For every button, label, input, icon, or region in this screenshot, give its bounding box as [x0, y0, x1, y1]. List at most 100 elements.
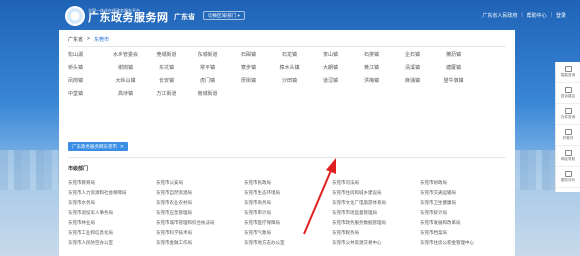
department-link[interactable]: 东莞市审计局 [244, 209, 332, 219]
sidebar-item-label: 服务评价 [560, 178, 576, 182]
town-link[interactable]: 石排镇 [355, 50, 388, 63]
town-link[interactable]: 虎门镇 [191, 76, 224, 89]
town-link[interactable]: 寮步镇 [232, 63, 265, 76]
town-link[interactable]: 樟木头镇 [273, 63, 306, 76]
town-link[interactable]: 石龙镇 [273, 50, 306, 63]
department-link[interactable]: 东莞市政务服务数据管理局 [332, 219, 420, 229]
department-link[interactable]: 东莞市税务局 [332, 229, 420, 239]
department-link[interactable]: 东莞市司法局 [332, 179, 420, 189]
town-row: 松山湖 水乡管委会 莞城街道 东城街道 石碣镇 石龙镇 茶山镇 石排镇 企石镇 横沥镇 [68, 50, 508, 63]
switch-region-button[interactable]: 切换区域/部门 ▾ [203, 11, 245, 20]
town-link[interactable]: 石碣镇 [232, 50, 265, 63]
town-row: 凤岗镇 大岭山镇 长安镇 虎门镇 厚街镇 沙田镇 道滘镇 洪梅镇 麻涌镇 望牛墩镇 [68, 76, 508, 89]
town-link[interactable]: 东坑镇 [150, 63, 183, 76]
help-center-link[interactable]: 帮助中心 [527, 12, 547, 19]
department-link[interactable]: 东莞市气象局 [244, 229, 332, 239]
department-row: 东莞市林业局 东莞市城市管理和综合执法局 东莞市医疗保障局 东莞市政务服务数据管理局东… [68, 219, 508, 229]
sidebar-item[interactable]: 投诉建议 [556, 83, 580, 104]
department-link[interactable]: 东莞市住房和城乡建设局 [332, 189, 420, 199]
town-link[interactable]: 莞城街道 [150, 50, 183, 63]
department-link[interactable]: 东莞市住房公积金管理中心 [420, 239, 508, 249]
department-link[interactable]: 东莞市商务局 [244, 199, 332, 209]
town-link[interactable]: 沙田镇 [273, 76, 306, 89]
gov-link[interactable]: 广东省人民政府 [482, 12, 517, 19]
divider [68, 157, 506, 158]
close-icon[interactable]: ✕ [120, 142, 124, 151]
department-link[interactable]: 东莞市人民防空办公室 [68, 239, 156, 249]
site-logo[interactable]: 全国一体化在线政务服务平台 广东政务服务网 [65, 6, 169, 26]
town-link[interactable]: 高埗镇 [109, 89, 142, 102]
login-link[interactable]: 登录 [556, 12, 566, 19]
town-link[interactable]: 松山湖 [68, 50, 101, 63]
department-link[interactable]: 东莞市林业局 [68, 219, 156, 229]
town-link[interactable]: 凤岗镇 [68, 76, 101, 89]
department-link[interactable]: 东莞市地方志办公室 [244, 239, 332, 249]
department-link[interactable]: 东莞市文化广电旅游体育局 [332, 199, 420, 209]
right-floating-sidebar: 智能咨询 投诉建议 办件查询 好差评 网站导航服务评价 [555, 62, 580, 192]
town-link[interactable]: 长安镇 [150, 76, 183, 89]
town-link[interactable]: 道滘镇 [314, 76, 347, 89]
department-link[interactable]: 东莞市公安局 [156, 179, 244, 189]
town-link[interactable]: 东城街道 [191, 50, 224, 63]
town-link[interactable]: 清溪镇 [396, 63, 429, 76]
department-link[interactable]: 东莞市退役军人事务局 [68, 209, 156, 219]
department-link[interactable]: 东莞市生态环境局 [244, 189, 332, 199]
department-link[interactable]: 东莞市民政局 [244, 179, 332, 189]
town-link[interactable]: 大朗镇 [314, 63, 347, 76]
sidebar-item-icon [564, 66, 572, 72]
sidebar-item-icon [564, 108, 572, 114]
department-link[interactable]: 东莞市交通运输局 [420, 189, 508, 199]
department-link[interactable]: 东莞市人力资源和社会保障局 [68, 189, 156, 199]
sidebar-item[interactable]: 网站导航 [556, 146, 580, 167]
department-link[interactable]: 东莞市财政局 [420, 179, 508, 189]
town-link[interactable]: 厚街镇 [232, 76, 265, 89]
department-link[interactable]: 东莞市教育局 [68, 179, 156, 189]
sidebar-item-icon [564, 129, 572, 135]
town-link[interactable]: 黄江镇 [355, 63, 388, 76]
department-link[interactable]: 东莞市市场监督管理局 [332, 209, 420, 219]
town-link[interactable]: 万江街道 [150, 89, 183, 102]
sidebar-item[interactable]: 办件查询 [556, 104, 580, 125]
department-link[interactable]: 东莞市水务局 [68, 199, 156, 209]
town-link[interactable]: 大岭山镇 [109, 76, 142, 89]
emblem-icon [65, 6, 85, 26]
town-link[interactable]: 水乡管委会 [109, 50, 142, 63]
town-link[interactable]: 常平镇 [191, 63, 224, 76]
department-link[interactable]: 东莞市城市管理和综合执法局 [156, 219, 244, 229]
town-link[interactable]: 茶山镇 [314, 50, 347, 63]
town-link[interactable]: 麻涌镇 [396, 76, 429, 89]
department-link[interactable]: 东莞市应急管理局 [156, 209, 244, 219]
town-link[interactable]: 桥头镇 [68, 63, 101, 76]
town-link[interactable]: 洪梅镇 [355, 76, 388, 89]
sidebar-item[interactable]: 好差评 [556, 125, 580, 146]
department-row: 东莞市退役军人事务局 东莞市应急管理局 东莞市审计局 东莞市市场监督管理局 东莞市统计局 [68, 209, 508, 219]
department-link[interactable]: 东莞市公共资源交易中心 [332, 239, 420, 249]
department-link[interactable]: 东莞市自然资源局 [156, 189, 244, 199]
town-link[interactable]: 塘厦镇 [437, 63, 470, 76]
department-link[interactable]: 东莞市金融工作局 [156, 239, 244, 249]
department-link[interactable]: 东莞市统计局 [420, 209, 508, 219]
link-separator: | [550, 12, 552, 18]
department-link[interactable]: 东莞市医疗保障局 [244, 219, 332, 229]
breadcrumb-province[interactable]: 广东省 [68, 36, 83, 43]
sidebar-item[interactable]: 智能咨询 [556, 62, 580, 83]
department-link[interactable]: 东莞市档案局 [420, 229, 508, 239]
department-link[interactable]: 东莞市卫生健康局 [420, 199, 508, 209]
town-link [437, 89, 470, 102]
town-link[interactable]: 望牛墩镇 [437, 76, 470, 89]
town-link[interactable]: 横沥镇 [437, 50, 470, 63]
sidebar-item[interactable]: 服务评价 [556, 167, 580, 188]
department-link[interactable]: 东莞市科学技术局 [156, 229, 244, 239]
department-row: 东莞市教育局 东莞市公安局 东莞市民政局 东莞市司法局 东莞市财政局 [68, 179, 508, 189]
department-link[interactable]: 东莞市农业农村局 [156, 199, 244, 209]
town-link[interactable]: 企石镇 [396, 50, 429, 63]
logo-title: 广东政务服务网 [88, 11, 169, 24]
town-link[interactable]: 谢岗镇 [109, 63, 142, 76]
town-row: 桥头镇 谢岗镇 东坑镇 常平镇 寮步镇 樟木头镇 大朗镇 黄江镇 清溪镇 塘厦镇 [68, 63, 508, 76]
town-link[interactable]: 中堂镇 [68, 89, 101, 102]
department-link[interactable]: 东莞市发展和改革局 [420, 219, 508, 229]
department-link[interactable]: 东莞市工业和信息化局 [68, 229, 156, 239]
town-link[interactable]: 南城街道 [191, 89, 224, 102]
breadcrumb-city[interactable]: 东莞市 [94, 36, 109, 43]
selected-region-tag[interactable]: 广东政务服务网东莞市 ✕ [68, 142, 128, 151]
